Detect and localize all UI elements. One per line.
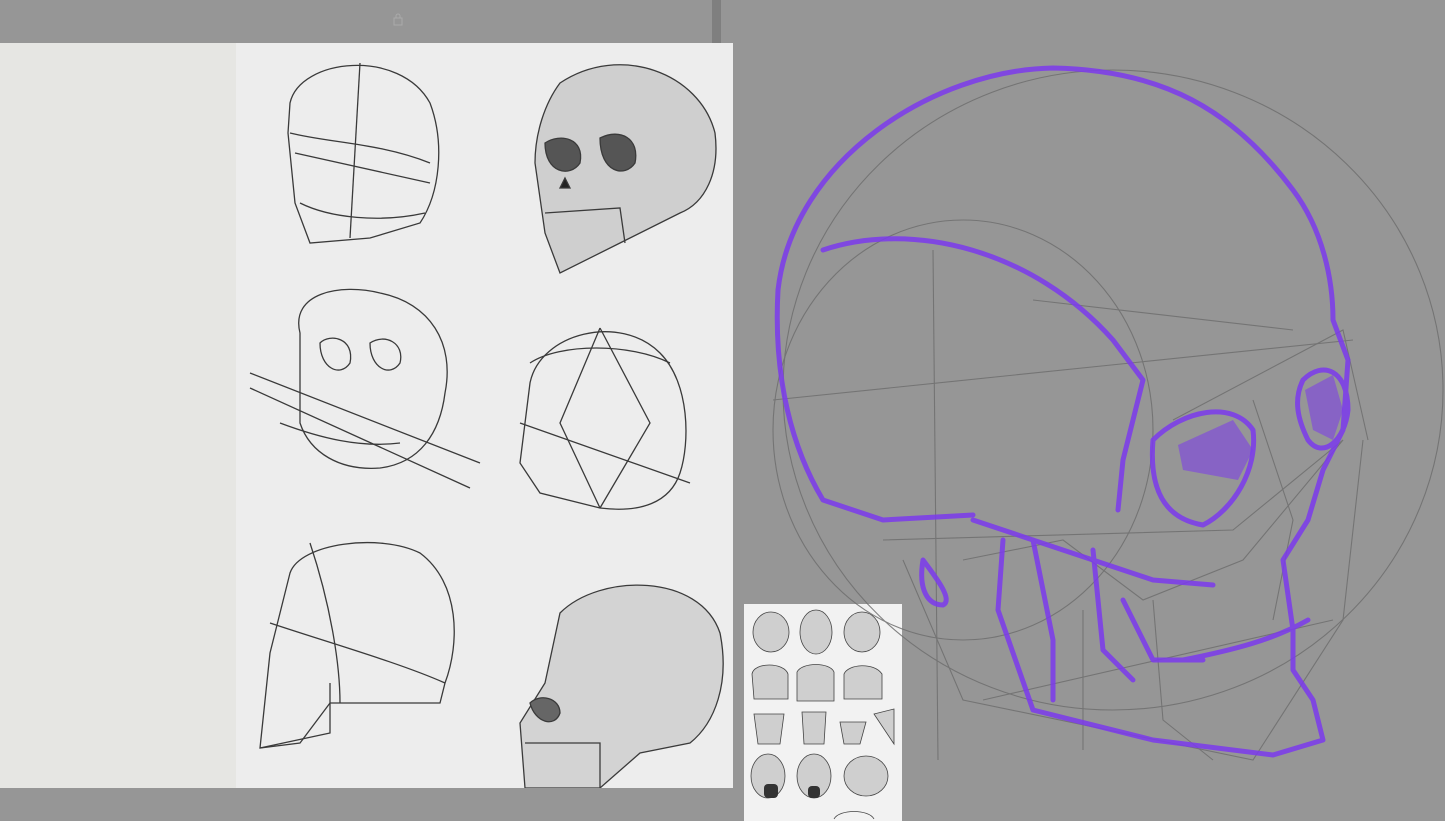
sketch-drawing — [772, 65, 1444, 761]
skull-sketch-canvas[interactable] — [733, 0, 1445, 821]
lock-icon[interactable] — [392, 12, 404, 26]
brush-fills — [1178, 375, 1343, 480]
brush-strokes — [774, 65, 1351, 758]
skull-construction-reference[interactable] — [0, 43, 733, 788]
wireframe-head-2 — [259, 542, 455, 749]
panel-divider[interactable] — [712, 0, 721, 43]
wireframe-head-1 — [287, 62, 440, 244]
block-head-angled — [519, 327, 691, 510]
skull-shaded-1 — [534, 64, 717, 274]
skull-shaded-2 — [519, 584, 724, 788]
skull-front-sketch — [249, 288, 481, 489]
reference-left-strip — [0, 43, 236, 788]
